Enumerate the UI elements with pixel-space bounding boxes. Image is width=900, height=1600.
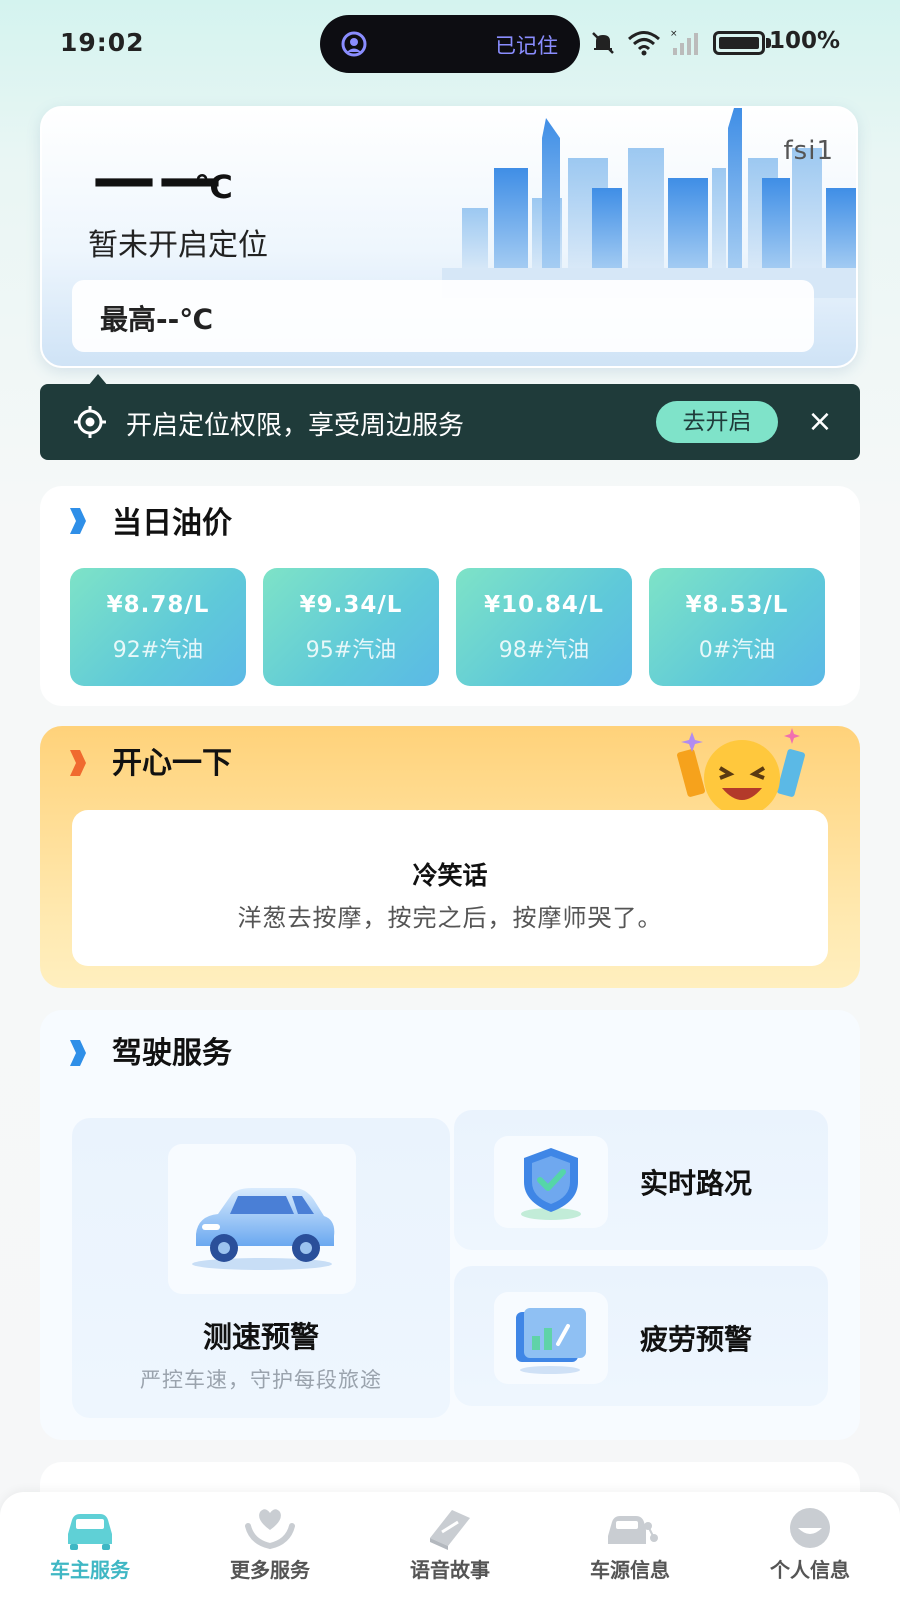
car-share-icon [608,1516,658,1544]
section-title-oil: 当日油价 [112,506,232,541]
nav-label: 语音故事 [410,1558,490,1582]
car-icon [68,1514,112,1550]
max-temp: 最高--℃ [100,303,214,336]
book-icon [430,1510,470,1550]
oil-price: ¥9.34/L [299,592,403,618]
memory-icon [341,31,367,57]
signal-icon: × [670,29,698,55]
driving-services-card: 驾驶服务 测速预警 严控车速，守护每段旅途 实时路况 疲劳预警 [40,1010,860,1440]
temperature-unit: ℃ [194,168,233,206]
oil-item[interactable]: ¥9.34/L 95#汽油 [263,568,439,686]
nav-label: 车主服务 [50,1558,130,1582]
weather-card[interactable]: —— ℃ 暂未开启定位 fsi1 最高--℃ [40,106,858,368]
section-marker-icon [70,1040,86,1066]
max-temp-box: 最高--℃ [72,280,814,352]
speed-warning-title: 测速预警 [202,1320,319,1354]
nav-label: 更多服务 [230,1558,310,1582]
status-time: 19:02 [60,28,145,57]
section-marker-icon [70,750,86,776]
location-status: 暂未开启定位 [88,228,268,263]
traffic-title: 实时路况 [640,1167,753,1200]
mute-bell-icon [592,32,614,54]
nav-item-car-listings[interactable]: 车源信息 [540,1492,720,1600]
fatigue-tile[interactable]: 疲劳预警 [454,1266,828,1406]
oil-item[interactable]: ¥8.78/L 92#汽油 [70,568,246,686]
battery-percent: 100% [768,28,840,54]
traffic-icon-tile [494,1136,608,1228]
joke-text: 洋葱去按摩，按完之后，按摩师哭了。 [237,904,663,932]
oil-name: 95#汽油 [305,638,397,663]
enable-location-button[interactable]: 去开启 [656,401,778,443]
banner-text: 开启定位权限，享受周边服务 [126,411,465,441]
close-icon[interactable]: × [802,404,838,440]
svg-text:×: × [670,29,678,39]
oil-item[interactable]: ¥8.53/L 0#汽油 [649,568,825,686]
laughing-emoji-icon [677,728,805,816]
oil-price: ¥8.53/L [685,592,789,618]
nav-item-audio-stories[interactable]: 语音故事 [360,1492,540,1600]
nav-label: 车源信息 [590,1558,670,1582]
oil-name: 92#汽油 [112,638,204,663]
status-bar: 19:02 已记住 × 100% [0,0,900,88]
nav-item-profile[interactable]: 个人信息 [720,1492,900,1600]
joke-title: 冷笑话 [412,861,488,890]
nav-item-owner-services[interactable]: 车主服务 [0,1492,180,1600]
city-code: fsi1 [783,136,834,166]
battery-icon [713,31,765,55]
chart-board-icon [516,1308,586,1374]
heart-hand-icon [245,1509,295,1550]
shield-check-icon [521,1148,581,1220]
wifi-icon [628,31,660,56]
location-permission-banner[interactable]: 开启定位权限，享受周边服务 去开启 × [40,384,860,460]
bottom-nav: 车主服务 更多服务 语音故事 车源信息 个人信息 [0,1492,900,1600]
dynamic-island[interactable]: 已记住 [320,15,580,73]
section-marker-icon [70,508,86,534]
oil-price-card: 当日油价 ¥8.78/L 92#汽油 ¥9.34/L 95#汽油 ¥10.84/… [40,486,860,706]
joke-card[interactable]: 开心一下 冷笑话 洋葱去按摩，按完之后，按摩师哭了。 [40,726,860,988]
joke-content: 冷笑话 洋葱去按摩，按完之后，按摩师哭了。 [72,810,828,966]
section-title-joke: 开心一下 [112,746,232,781]
section-title-driving: 驾驶服务 [112,1036,232,1071]
oil-name: 0#汽油 [698,638,776,663]
traffic-tile[interactable]: 实时路况 [454,1110,828,1250]
fatigue-icon-tile [494,1292,608,1384]
oil-price: ¥10.84/L [484,592,604,618]
island-text: 已记住 [495,34,558,58]
locate-icon [74,406,106,438]
car-icon [192,1188,335,1270]
fatigue-title: 疲劳预警 [640,1323,753,1356]
oil-price: ¥8.78/L [106,592,210,618]
user-icon [790,1508,830,1548]
nav-label: 个人信息 [770,1558,850,1582]
speed-warning-tile[interactable]: 测速预警 严控车速，守护每段旅途 [72,1118,450,1418]
oil-name: 98#汽油 [498,638,590,663]
nav-item-more-services[interactable]: 更多服务 [180,1492,360,1600]
speed-warning-subtitle: 严控车速，守护每段旅途 [140,1368,382,1392]
oil-item[interactable]: ¥10.84/L 98#汽油 [456,568,632,686]
